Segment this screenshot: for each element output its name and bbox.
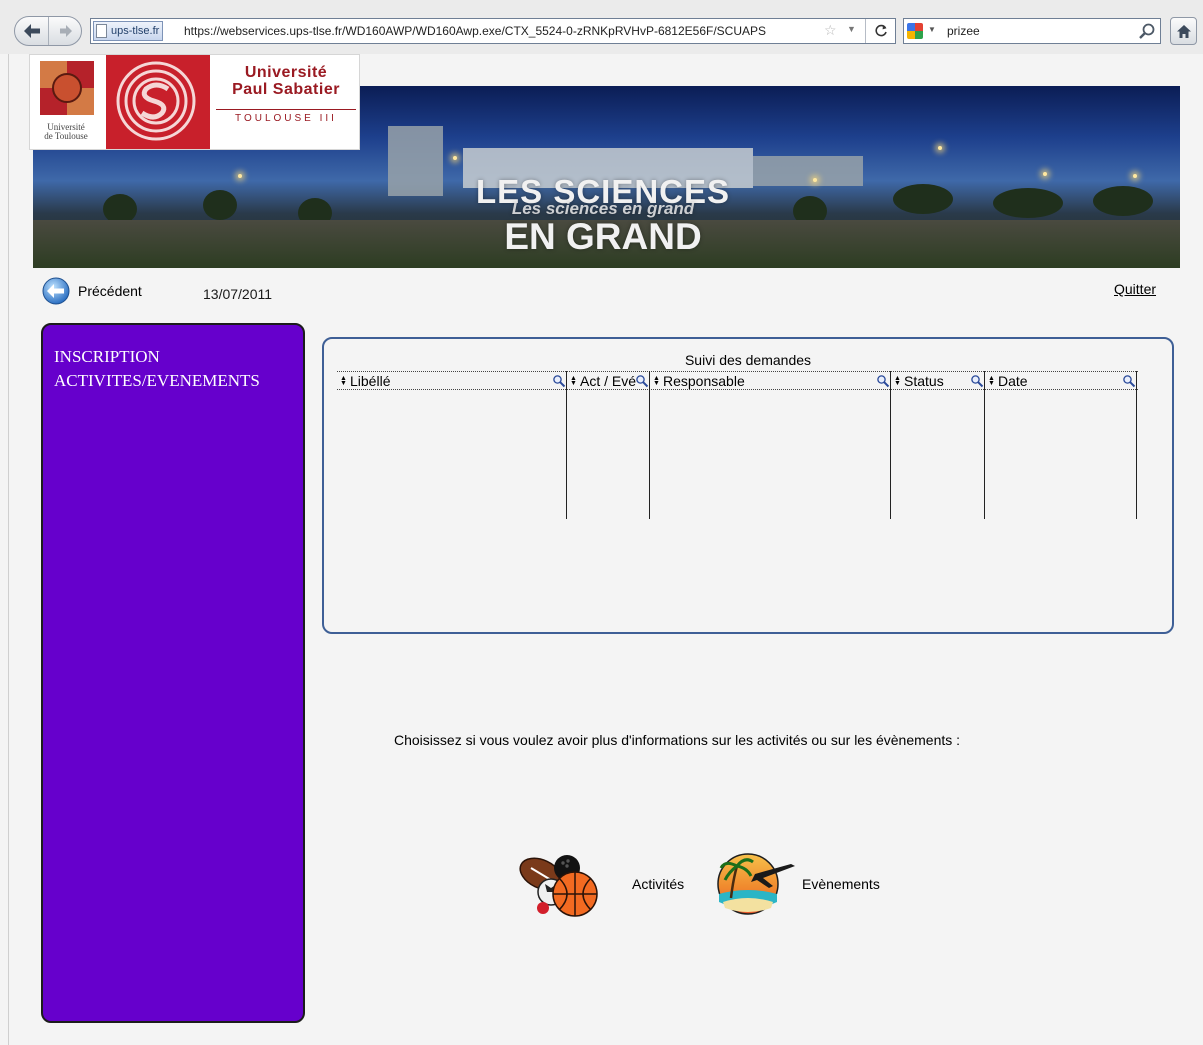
magnifier-icon[interactable] bbox=[1122, 374, 1136, 388]
forward-button[interactable] bbox=[49, 17, 83, 45]
street-lamp bbox=[813, 178, 817, 182]
magnifier-icon[interactable] bbox=[1138, 22, 1156, 40]
current-date: 13/07/2011 bbox=[203, 286, 273, 302]
sort-icon[interactable]: ▲ ▼ bbox=[987, 375, 996, 387]
column-divider[interactable] bbox=[984, 371, 985, 519]
logo-name: Université Paul Sabatier TOULOUSE III bbox=[216, 64, 356, 124]
beach-plane-icon bbox=[717, 853, 795, 915]
quit-link[interactable]: Quitter bbox=[1114, 281, 1156, 297]
globe-back-icon bbox=[42, 277, 70, 305]
sidebar-title-line1: INSCRIPTION bbox=[54, 347, 160, 366]
address-bar[interactable]: ups-tlse.fr https://webservices.ups-tlse… bbox=[90, 18, 896, 44]
events-button[interactable] bbox=[715, 850, 797, 916]
site-identity-label: ups-tlse.fr bbox=[111, 25, 160, 37]
sort-icon[interactable]: ▲ ▼ bbox=[569, 375, 578, 387]
logo-toulouse-text: Université de Toulouse bbox=[44, 122, 88, 141]
requests-table: ▲ ▼ Libéllé ▲ ▼ Act / Evé ▲ ▼ Responsable ▲… bbox=[337, 371, 1138, 519]
ups-emblem bbox=[106, 55, 210, 149]
street-lamp bbox=[1043, 172, 1047, 176]
page-icon bbox=[96, 24, 107, 38]
university-crest bbox=[40, 61, 94, 115]
tree bbox=[1093, 186, 1153, 216]
banner-slogan: LES SCIENCES Les sciences en grand EN GR… bbox=[473, 175, 733, 258]
street-lamp bbox=[1133, 174, 1137, 178]
reload-icon bbox=[874, 24, 887, 37]
sidebar-title-line2: ACTIVITES/EVENEMENTS bbox=[54, 371, 260, 390]
tree bbox=[893, 184, 953, 214]
tree bbox=[993, 188, 1063, 218]
street-lamp bbox=[238, 174, 242, 178]
sort-icon[interactable]: ▲ ▼ bbox=[893, 375, 902, 387]
activities-label[interactable]: Activités bbox=[632, 876, 684, 892]
banner-line-3: EN GRAND bbox=[504, 216, 702, 258]
table-header: ▲ ▼ Libéllé ▲ ▼ Act / Evé ▲ ▼ Responsable ▲… bbox=[337, 371, 1138, 390]
column-header-date[interactable]: ▲ ▼ Date bbox=[985, 372, 1137, 390]
choice-prompt: Choisissez si vous voulez avoir plus d'i… bbox=[394, 732, 961, 748]
search-input[interactable]: prizee bbox=[947, 19, 980, 43]
browser-toolbar: ups-tlse.fr https://webservices.ups-tlse… bbox=[0, 0, 1203, 54]
magnifier-icon[interactable] bbox=[635, 374, 649, 388]
street-lamp bbox=[938, 146, 942, 150]
url-text[interactable]: https://webservices.ups-tlse.fr/WD160AWP… bbox=[184, 19, 766, 43]
column-divider[interactable] bbox=[890, 371, 891, 519]
requests-title: Suivi des demandes bbox=[684, 352, 812, 368]
sidebar-panel: INSCRIPTION ACTIVITES/EVENEMENTS bbox=[41, 323, 305, 1023]
sidebar-title: INSCRIPTION ACTIVITES/EVENEMENTS bbox=[54, 345, 260, 393]
bookmark-star-icon[interactable]: ☆ bbox=[824, 22, 837, 39]
home-button[interactable] bbox=[1170, 17, 1197, 45]
sports-balls-icon bbox=[519, 855, 598, 917]
column-divider[interactable] bbox=[1136, 371, 1137, 519]
column-header-status[interactable]: ▲ ▼ Status bbox=[891, 372, 985, 390]
engine-dropdown-icon[interactable]: ▼ bbox=[928, 25, 936, 34]
university-logo[interactable]: Université de Toulouse Université Paul S… bbox=[29, 54, 360, 150]
campus-building bbox=[388, 126, 443, 196]
back-button[interactable] bbox=[15, 17, 49, 45]
previous-label: Précédent bbox=[78, 283, 142, 299]
page-content: LES SCIENCES Les sciences en grand EN GR… bbox=[8, 54, 1203, 1045]
column-header-libelle[interactable]: ▲ ▼ Libéllé bbox=[337, 372, 567, 390]
search-bar[interactable]: ▼ prizee bbox=[903, 18, 1161, 44]
events-label[interactable]: Evènements bbox=[802, 876, 880, 892]
column-divider[interactable] bbox=[566, 371, 567, 519]
arrow-left-icon bbox=[23, 24, 40, 38]
column-header-responsable[interactable]: ▲ ▼ Responsable bbox=[650, 372, 891, 390]
previous-link[interactable]: Précédent bbox=[42, 277, 142, 305]
street-lamp bbox=[453, 156, 457, 160]
magnifier-icon[interactable] bbox=[970, 374, 984, 388]
sort-icon[interactable]: ▲ ▼ bbox=[652, 375, 661, 387]
column-header-act-eve[interactable]: ▲ ▼ Act / Evé bbox=[567, 372, 650, 390]
ups-emblem-icon bbox=[116, 61, 196, 141]
history-dropdown-icon[interactable]: ▼ bbox=[847, 24, 856, 34]
nav-buttons bbox=[14, 16, 82, 46]
column-divider[interactable] bbox=[649, 371, 650, 519]
tree bbox=[203, 190, 237, 220]
banner-line-2: Les sciences en grand bbox=[511, 199, 695, 219]
magnifier-icon[interactable] bbox=[876, 374, 890, 388]
search-engine-icon[interactable] bbox=[907, 23, 923, 39]
sort-icon[interactable]: ▲ ▼ bbox=[339, 375, 348, 387]
requests-panel: Suivi des demandes ▲ ▼ Libéllé ▲ ▼ Act / E… bbox=[322, 337, 1174, 634]
activities-button[interactable] bbox=[517, 848, 605, 918]
campus-building bbox=[753, 156, 863, 186]
reload-button[interactable] bbox=[865, 19, 895, 43]
magnifier-icon[interactable] bbox=[552, 374, 566, 388]
arrow-right-icon bbox=[60, 25, 72, 37]
home-icon bbox=[1176, 24, 1191, 38]
site-identity-button[interactable]: ups-tlse.fr bbox=[93, 21, 164, 41]
